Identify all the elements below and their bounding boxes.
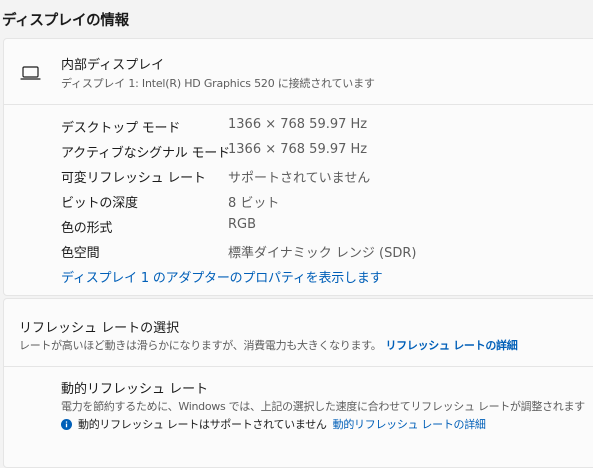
dynamic-refresh-rate-note: 動的リフレッシュ レートはサポートされていません 動的リフレッシュ レートの詳細 [61,416,486,432]
section-title: ディスプレイの情報 [2,13,129,29]
divider [4,366,593,367]
detail-label: ビットの深度 [61,196,138,211]
detail-value: 1366 × 768 59.97 Hz [228,117,368,132]
detail-row-color-format: 色の形式 RGB [61,217,581,237]
laptop-icon [20,66,41,80]
refresh-rate-title: リフレッシュ レートの選択 [19,321,180,336]
display-subtitle: ディスプレイ 1: Intel(R) HD Graphics 520 に接続され… [61,77,375,90]
detail-label: デスクトップ モード [61,121,181,136]
detail-row-active-signal-mode: アクティブなシグナル モード 1366 × 768 59.97 Hz [61,142,581,162]
detail-value: サポートされていません [228,171,371,186]
info-icon [61,418,72,430]
detail-row-variable-refresh-rate: 可変リフレッシュ レート サポートされていません [61,167,581,187]
display-info-card: 内部ディスプレイ ディスプレイ 1: Intel(R) HD Graphics … [3,38,593,296]
divider [4,104,593,105]
dynamic-refresh-rate-details-link[interactable]: 動的リフレッシュ レートの詳細 [333,416,486,432]
refresh-rate-card: リフレッシュ レートの選択 レートが高いほど動きは滑らかになりますが、消費電力も… [3,298,593,468]
refresh-rate-description-text: レートが高いほど動きは滑らかになりますが、消費電力も大きくなります。 [19,339,382,352]
detail-row-desktop-mode: デスクトップ モード 1366 × 768 59.97 Hz [61,117,581,137]
detail-label: 可変リフレッシュ レート [61,171,206,186]
detail-value: RGB [228,217,257,232]
detail-row-bit-depth: ビットの深度 8 ビット [61,192,581,212]
display-name: 内部ディスプレイ [61,58,165,73]
refresh-rate-description: レートが高いほど動きは滑らかになりますが、消費電力も大きくなります。 リフレッシュ… [19,337,518,353]
detail-value: 標準ダイナミック レンジ (SDR) [228,246,417,261]
detail-label: アクティブなシグナル モード [61,146,230,161]
dynamic-refresh-rate-note-text: 動的リフレッシュ レートはサポートされていません [78,418,327,431]
dynamic-refresh-rate-description: 電力を節約するために、Windows では、上記の選択した速度に合わせてリフレッ… [61,400,585,413]
dynamic-refresh-rate-title: 動的リフレッシュ レート [61,382,209,397]
refresh-rate-details-link[interactable]: リフレッシュ レートの詳細 [385,339,517,352]
detail-label: 色の形式 [61,221,113,236]
detail-label: 色空間 [61,246,100,261]
detail-value: 1366 × 768 59.97 Hz [228,142,368,157]
adapter-properties-link[interactable]: ディスプレイ 1 のアダプターのプロパティを表示します [61,267,383,286]
detail-row-color-space: 色空間 標準ダイナミック レンジ (SDR) [61,242,581,262]
detail-value: 8 ビット [228,196,280,211]
